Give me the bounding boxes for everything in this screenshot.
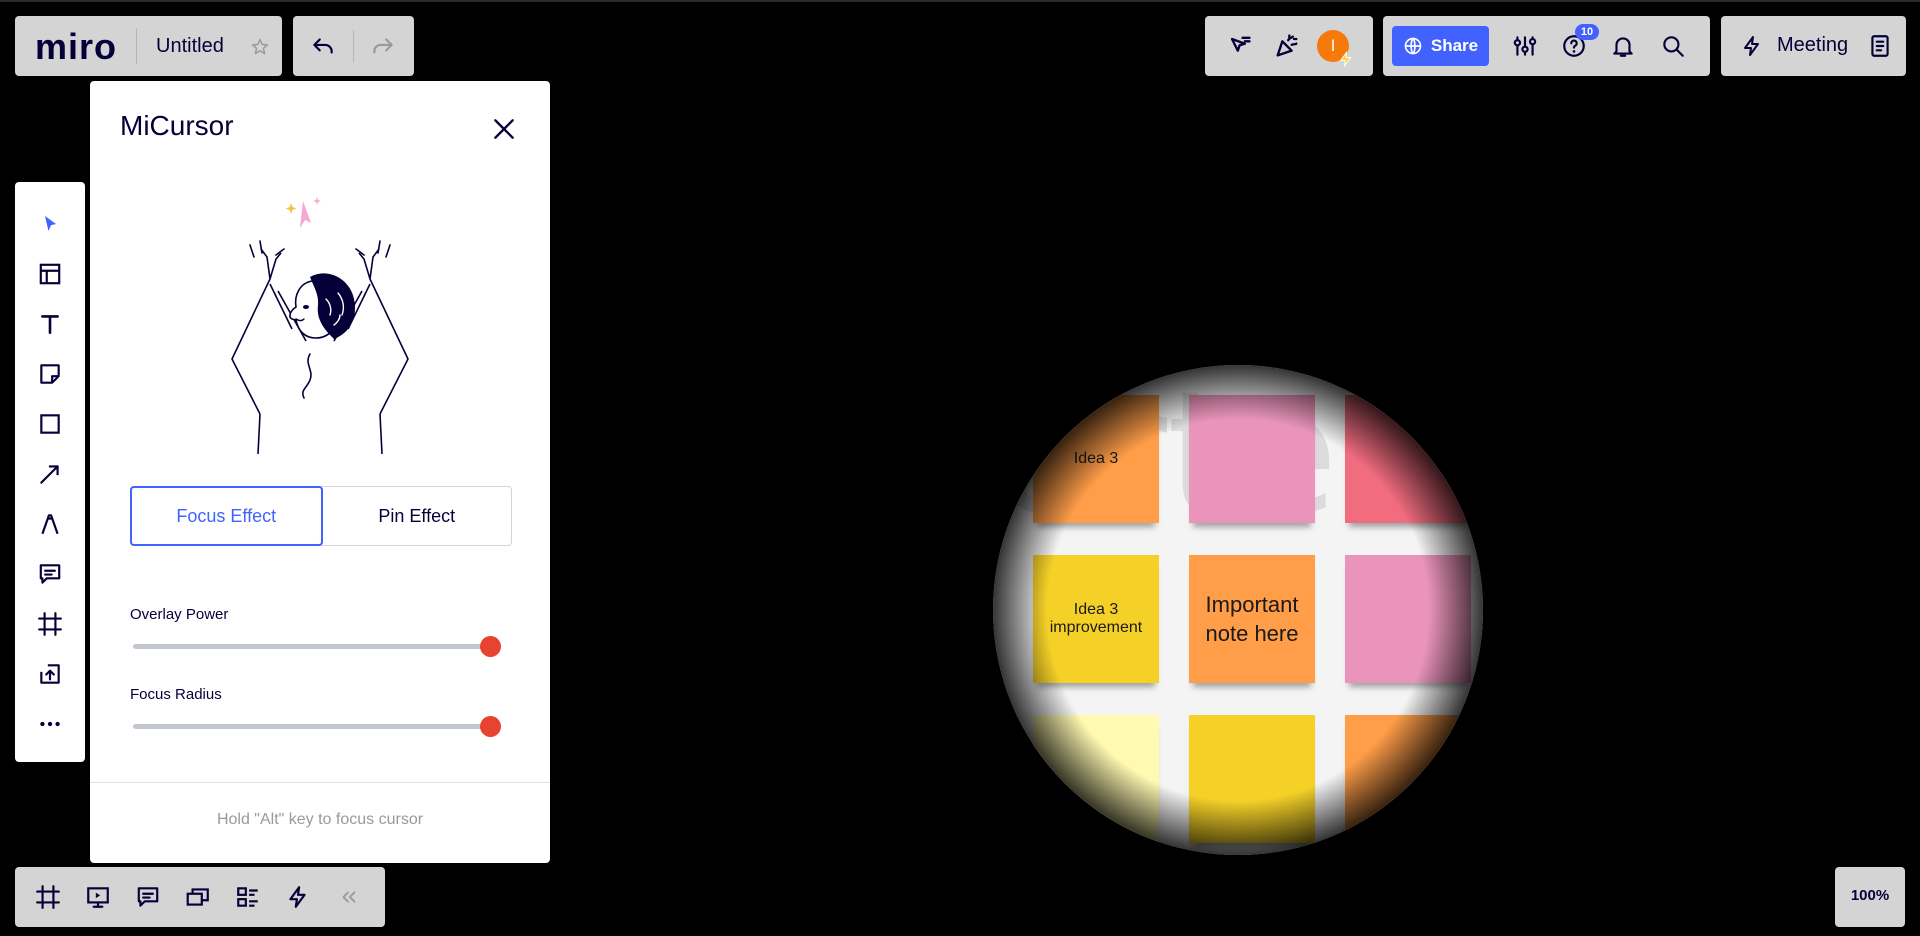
undo-divider (353, 30, 354, 62)
collapse-icon[interactable] (330, 879, 366, 915)
templates-icon[interactable] (30, 254, 70, 294)
effect-mode-toggle: Focus Effect Pin Effect (130, 486, 512, 546)
share-panel: Share 10 (1383, 16, 1710, 76)
frame-icon[interactable] (30, 604, 70, 644)
footer-divider (90, 782, 550, 783)
globe-icon (1404, 37, 1422, 55)
share-label: Share (1430, 36, 1479, 55)
focus-effect-tab[interactable]: Focus Effect (130, 486, 323, 546)
connection-line-icon[interactable] (30, 454, 70, 494)
meeting-button[interactable]: Meeting (1777, 34, 1848, 57)
miro-logo[interactable]: miro (35, 26, 117, 68)
micursor-panel: MiCursor Focus Effect Pin Effect Overlay… (90, 81, 550, 863)
help-badge: 10 (1575, 24, 1599, 40)
search-icon[interactable] (1655, 28, 1691, 64)
celebrate-icon[interactable] (1269, 28, 1305, 64)
plugin-title: MiCursor (120, 110, 234, 141)
slider-track (133, 724, 490, 729)
comments-icon[interactable] (130, 879, 166, 915)
sticky-note[interactable]: Idea 3 (1033, 395, 1159, 523)
focus-hint: Hold "Alt" key to focus cursor (216, 811, 424, 828)
more-icon[interactable] (30, 704, 70, 744)
star-icon[interactable] (249, 36, 271, 58)
sticky-note[interactable] (1345, 395, 1471, 523)
lightning-badge-icon (1337, 50, 1355, 68)
left-toolbar (15, 182, 85, 762)
cursor-follow-icon[interactable] (1221, 28, 1257, 64)
sticky-note[interactable]: Idea 3 improvement (1033, 555, 1159, 683)
celebrating-person-illustration (231, 197, 409, 455)
presentation-icon[interactable] (80, 879, 116, 915)
board-notes-icon[interactable] (1862, 28, 1898, 64)
close-icon[interactable] (486, 111, 522, 147)
comment-icon[interactable] (30, 554, 70, 594)
canvas-focus-area[interactable]: orte Idea 3 Idea 3 improvement Important… (993, 365, 1483, 855)
pin-effect-tab[interactable]: Pin Effect (323, 487, 512, 545)
slider-track (133, 644, 490, 649)
pen-icon[interactable] (30, 504, 70, 544)
slider-thumb[interactable] (480, 716, 501, 737)
header-divider (136, 28, 137, 64)
share-button[interactable]: Share (1392, 26, 1489, 66)
meeting-panel: Meeting (1721, 16, 1906, 76)
zoom-level[interactable]: 100% (1835, 887, 1905, 904)
frames-icon[interactable] (30, 879, 66, 915)
slider-thumb[interactable] (480, 636, 501, 657)
overlay-power-label: Overlay Power (130, 606, 229, 623)
shape-icon[interactable] (30, 404, 70, 444)
select-icon[interactable] (30, 204, 70, 244)
sticky-note[interactable] (1189, 395, 1315, 523)
meeting-lightning-icon[interactable] (1735, 29, 1769, 63)
sticky-note[interactable] (1189, 715, 1315, 843)
redo-icon[interactable] (365, 28, 401, 64)
notifications-icon[interactable] (1605, 28, 1641, 64)
sticky-note-icon[interactable] (30, 354, 70, 394)
undo-icon[interactable] (305, 28, 341, 64)
collaboration-panel: I (1205, 16, 1373, 76)
board-settings-icon[interactable] (1507, 28, 1543, 64)
focus-radius-label: Focus Radius (130, 686, 222, 703)
bottom-toolbar (15, 867, 385, 927)
upload-icon[interactable] (30, 654, 70, 694)
focus-radius-slider[interactable] (133, 714, 501, 738)
board-header: miro Untitled (15, 16, 282, 76)
sticky-note[interactable]: Important note here (1189, 555, 1315, 683)
sticky-note[interactable] (1345, 715, 1471, 843)
activity-icon[interactable] (280, 879, 316, 915)
card-list-icon[interactable] (230, 879, 266, 915)
board-title[interactable]: Untitled (156, 35, 224, 58)
sticky-note[interactable] (1033, 715, 1159, 843)
window-top-border (0, 0, 1920, 2)
video-chat-icon[interactable] (180, 879, 216, 915)
overlay-power-slider[interactable] (133, 634, 501, 658)
undo-redo-panel (293, 16, 414, 76)
text-icon[interactable] (30, 304, 70, 344)
sticky-note[interactable] (1345, 555, 1471, 683)
zoom-panel: 100% (1835, 867, 1905, 927)
